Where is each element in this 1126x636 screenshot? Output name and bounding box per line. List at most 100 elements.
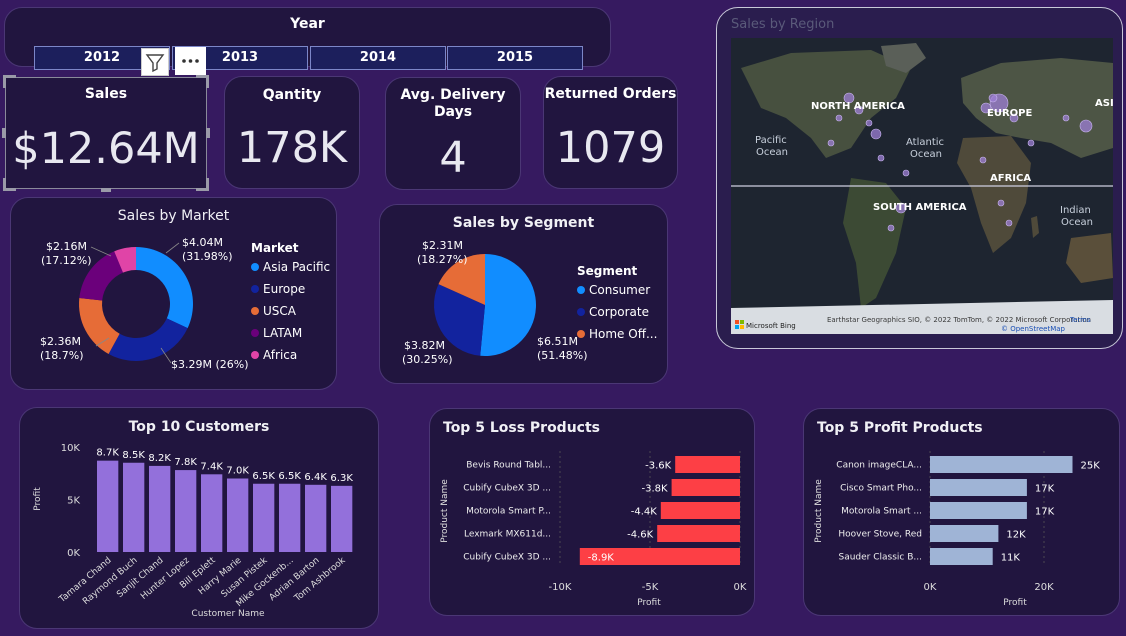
resize-handle[interactable] <box>101 188 111 192</box>
resize-handle[interactable] <box>3 75 16 88</box>
profit-products-bar-chart[interactable]: 0K 20K Canon imageCLA... 25K Cisco Smart Pho… <box>804 409 1121 617</box>
segment-legend-item-consumer[interactable]: Consumer <box>577 283 657 305</box>
y-tick-label: Lexmark MX611d... <box>464 530 551 540</box>
sales-by-segment-card[interactable]: Sales by Segment $6.51M (51.48%) $3.82M (30… <box>379 204 668 384</box>
x-tick-label: 0K <box>924 582 937 593</box>
slice-europe <box>108 318 188 361</box>
data-label: 17K <box>1035 507 1055 518</box>
kpi-returned-card[interactable]: Returned Orders 1079 <box>543 76 678 189</box>
bar-bevis-round-tabl <box>675 456 740 473</box>
y-tick-label: Bevis Round Tabl... <box>466 461 551 471</box>
map-label-indian: Indian <box>1060 205 1091 216</box>
bar-susan-pistek <box>253 483 275 552</box>
kpi-delivery-card[interactable]: Avg. Delivery Days 4 <box>385 77 521 190</box>
leader-line <box>90 246 112 257</box>
kpi-sales-value: $12.64M <box>12 124 200 174</box>
market-legend-item-latam[interactable]: LATAM <box>251 326 330 348</box>
bar-tom-ashbrook <box>331 485 353 552</box>
data-label: 6.5K <box>278 471 301 482</box>
dashboard: { "year_slicer": { "title": "Year", "yea… <box>0 0 1126 636</box>
map-label-africa: AFRICA <box>990 173 1031 184</box>
data-label: 7.4K <box>200 461 223 472</box>
map-label-indian-ocean: Ocean <box>1061 217 1093 228</box>
data-label: -4.6K <box>627 530 654 541</box>
legend-dot <box>251 285 259 293</box>
top-customers-card[interactable]: Top 10 Customers 0K 5K 10K Profit 8.7K Tamara… <box>19 407 379 629</box>
world-map[interactable]: NORTH AMERICA Pacific Ocean Atlantic Oce… <box>731 38 1113 334</box>
x-axis-label: Profit <box>637 598 661 608</box>
y-tick-label: 10K <box>61 443 81 454</box>
bar-adrian-barton <box>305 484 327 552</box>
segment-legend-title: Segment <box>577 264 638 278</box>
map-label-asia: ASIA <box>1095 98 1113 109</box>
market-legend-item-africa[interactable]: Africa <box>251 348 330 370</box>
kpi-sales-title: Sales <box>84 86 128 102</box>
data-label: 25K <box>1081 461 1101 472</box>
resize-handle[interactable] <box>196 178 209 191</box>
y-axis-label: Profit <box>33 487 43 511</box>
bar-tamara-chand <box>97 460 119 552</box>
label-home-office-value: $2.31M <box>422 239 463 252</box>
sales-by-region-map-card[interactable]: Sales by Region NORTH AMERICA Pacific Oc… <box>716 7 1123 349</box>
legend-dot <box>251 263 259 271</box>
bar-bill-eplett <box>201 474 223 552</box>
market-legend-item-europe[interactable]: Europe <box>251 282 330 304</box>
data-label: 12K <box>1006 530 1026 541</box>
resize-handle[interactable] <box>2 128 6 138</box>
legend-label: Consumer <box>589 283 651 297</box>
legend-dot <box>577 286 585 294</box>
label-asia-pacific-pct: (31.98%) <box>182 250 233 263</box>
map-bing-label: Microsoft Bing <box>746 322 796 330</box>
sales-by-market-card[interactable]: Sales by Market $4.04M (31.98%) $3.29M (26… <box>10 197 337 390</box>
resize-handle[interactable] <box>3 178 16 191</box>
top-customers-bar-chart[interactable]: 0K5K10KProfit8.7KTamara Chand8.5KRaymond… <box>20 408 380 630</box>
data-label: 17K <box>1035 484 1055 495</box>
label-asia-pacific-value: $4.04M <box>182 236 223 249</box>
leader-line <box>165 242 180 254</box>
year-2014-button[interactable]: 2014 <box>310 46 446 70</box>
loss-products-card[interactable]: Top 5 Loss Products -10K -5K 0K Bevis Round… <box>429 408 755 616</box>
map-osm-link[interactable]: © OpenStreetMap <box>1001 325 1066 333</box>
y-tick-label: Motorola Smart ... <box>841 507 922 517</box>
year-2015-button[interactable]: 2015 <box>447 46 583 70</box>
year-slicer-title: Year <box>290 16 325 32</box>
data-label: -8.9K <box>588 553 615 564</box>
label-latam-value: $2.16M <box>46 240 87 253</box>
data-label: 8.7K <box>96 448 119 459</box>
bar-mike-gockenb <box>279 483 301 552</box>
market-legend-item-usca[interactable]: USCA <box>251 304 330 326</box>
resize-handle[interactable] <box>206 128 210 138</box>
filter-button[interactable] <box>141 48 169 76</box>
bar-sauder-classic-b <box>930 548 993 565</box>
more-options-button[interactable] <box>175 47 206 75</box>
slice-consumer <box>480 254 536 356</box>
label-corporate-pct: (30.25%) <box>402 353 453 366</box>
profit-products-card[interactable]: Top 5 Profit Products 0K 20K Canon imageCL… <box>803 408 1120 616</box>
label-latam-pct: (17.12%) <box>41 254 92 267</box>
market-legend-item-asia-pacific[interactable]: Asia Pacific <box>251 260 330 282</box>
kpi-sales-card[interactable]: Sales $12.64M <box>2 75 210 192</box>
segment-legend-item-home-off[interactable]: Home Off... <box>577 327 657 349</box>
y-tick-label: Cisco Smart Pho... <box>840 484 922 494</box>
bar-motorola-smart <box>930 502 1027 519</box>
resize-handle[interactable] <box>196 75 209 88</box>
data-label: -3.6K <box>645 461 672 472</box>
loss-products-bar-chart[interactable]: -10K -5K 0K Bevis Round Tabl... -3.6K Cubify … <box>430 409 756 617</box>
map-label-atlantic-ocean: Ocean <box>910 149 942 160</box>
legend-dot <box>577 308 585 316</box>
segment-legend-item-corporate[interactable]: Corporate <box>577 305 657 327</box>
kpi-returned-value: 1079 <box>555 123 666 173</box>
map-label-pacific-ocean: Ocean <box>756 147 788 158</box>
data-label: 8.2K <box>148 453 171 464</box>
bar-lexmark-mx611d <box>657 525 740 542</box>
map-terms-link[interactable]: Terms <box>1069 316 1091 324</box>
data-label: 6.3K <box>330 473 353 484</box>
legend-dot <box>251 351 259 359</box>
bar-cubify-cubex-3d <box>671 479 740 496</box>
kpi-quantity-card[interactable]: Qantity 178K <box>224 76 360 189</box>
label-home-office-pct: (18.27%) <box>417 253 468 266</box>
legend-label: Home Off... <box>589 327 658 341</box>
legend-label: Europe <box>263 282 306 296</box>
legend-label: LATAM <box>263 326 303 340</box>
year-slicer: Year 2012 2013 2014 2015 <box>4 7 611 70</box>
